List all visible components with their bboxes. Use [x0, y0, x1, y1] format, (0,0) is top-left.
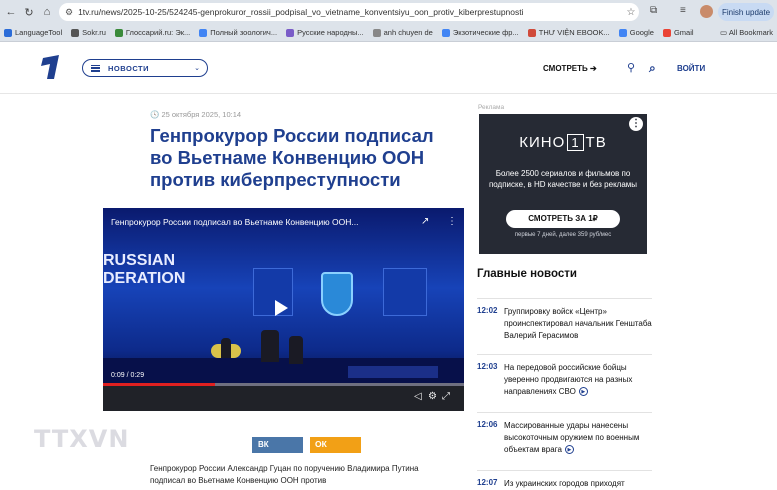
bookmark-favicon: [441, 28, 450, 37]
news-menu-button[interactable]: НОВОСТИ ⌄: [82, 59, 208, 77]
reload-icon[interactable]: ↻: [20, 6, 38, 19]
ad-label: Реклама: [478, 104, 505, 111]
location-pin-icon[interactable]: ⚲: [627, 61, 635, 74]
bookmark-favicon: [618, 28, 627, 37]
menu-icon: [91, 64, 100, 72]
bookmark-favicon: [527, 28, 536, 37]
bookmark-item[interactable]: THƯ VIỆN EBOOK...: [527, 28, 610, 37]
news-time: 12:02: [477, 306, 498, 315]
bookmark-favicon: [114, 28, 123, 37]
news-text: На передовой российские бойцы уверенно п…: [504, 363, 633, 397]
stage-backdrop-text: RUSSIAN DERATION: [103, 252, 186, 287]
bookmark-item[interactable]: Экзотические фр...: [441, 28, 519, 37]
person-figure: [261, 330, 279, 362]
bookmark-favicon: [71, 28, 80, 37]
volume-icon[interactable]: ◁: [414, 391, 422, 402]
news-menu-label: НОВОСТИ: [108, 63, 150, 73]
login-link[interactable]: ВОЙТИ: [677, 64, 705, 73]
stage-emblem: [321, 272, 353, 316]
news-time: 12:03: [477, 362, 498, 371]
address-bar[interactable]: ⚙ 1tv.ru/news/2025-10-25/524245-genproku…: [59, 3, 639, 21]
news-item[interactable]: 12:07 Из украинских городов приходят: [477, 470, 652, 490]
finish-update-button[interactable]: Finish update: [718, 3, 774, 21]
video-time: 0:09 / 0:29: [111, 372, 145, 379]
bookmark-item[interactable]: Глоссарий.ru: Эк...: [114, 28, 190, 37]
bookmark-item[interactable]: Gmail: [662, 28, 694, 37]
bookmark-item[interactable]: Полный зоологич...: [199, 28, 277, 37]
search-icon[interactable]: ⌕: [649, 61, 656, 76]
ad-fineprint: первые 7 дней, далее 359 руб/мес: [514, 232, 612, 238]
news-item[interactable]: 12:02 Группировку войск «Центр» проинспе…: [477, 298, 652, 342]
play-icon[interactable]: [275, 300, 288, 316]
ad-brand-box: 1: [567, 134, 584, 151]
article-date: 🕓 25 октября 2025, 10:14: [150, 110, 242, 119]
person-figure: [221, 338, 231, 358]
video-frame: RUSSIAN DERATION: [103, 208, 464, 386]
ad-text: Более 2500 сериалов и фильмов по подписк…: [488, 169, 638, 189]
bookmark-item[interactable]: anh chuyen de: [372, 28, 433, 37]
bookmark-favicon: [4, 28, 12, 37]
chevron-down-icon: ⌄: [194, 65, 200, 72]
bookmark-favicon: [286, 28, 295, 37]
share-ok-button[interactable]: ОК: [310, 437, 361, 453]
news-time: 12:07: [477, 478, 498, 487]
video-play-icon[interactable]: ▶: [564, 445, 574, 455]
share-icon[interactable]: ↗: [421, 216, 429, 227]
url-text: 1tv.ru/news/2025-10-25/524245-genprokuro…: [78, 7, 524, 17]
bookmark-item[interactable]: Google: [618, 28, 654, 37]
kino1tv-ad-banner[interactable]: ⋮ КИНО 1 ТВ Более 2500 сериалов и фильмов …: [479, 114, 647, 254]
site-header: НОВОСТИ ⌄ СМОТРЕТЬ ➔ ⚲ ⌕ ВОЙТИ: [0, 42, 777, 94]
ad-brand: КИНО 1 ТВ: [519, 134, 607, 151]
bookmarks-bar: LanguageTool Sokr.ru Глоссарий.ru: Эк...…: [0, 24, 777, 42]
share-vk-button[interactable]: ВК: [252, 437, 303, 453]
fullscreen-icon[interactable]: ⤢: [442, 391, 450, 402]
ttxvn-watermark: TTXVN: [34, 425, 130, 453]
more-options-icon[interactable]: ⋮: [447, 216, 457, 227]
home-icon[interactable]: ⌂: [38, 6, 56, 18]
video-controls: ◁ ⚙ ⤢: [103, 386, 464, 411]
main-news-heading: Главные новости: [477, 268, 577, 280]
article-title: Генпрокурор России подписал во Вьетнаме …: [150, 125, 434, 190]
ad-options-icon[interactable]: ⋮: [629, 117, 643, 131]
site-info-icon[interactable]: ⚙: [65, 7, 73, 18]
bookmark-favicon: [662, 28, 671, 37]
bookmark-star-icon[interactable]: ☆: [623, 7, 639, 18]
news-item[interactable]: 12:06 Массированные удары нанесены высок…: [477, 412, 652, 456]
person-figure: [289, 336, 303, 364]
extensions-icon[interactable]: ⧉: [650, 5, 657, 16]
bookmark-item[interactable]: LanguageTool: [4, 28, 62, 37]
news-time: 12:06: [477, 420, 498, 429]
video-play-icon[interactable]: ▶: [578, 387, 588, 397]
news-text: Группировку войск «Центр» проинспектиров…: [504, 307, 652, 340]
news-text: Из украинских городов приходят: [504, 479, 625, 488]
back-icon[interactable]: ←: [2, 6, 20, 18]
bookmark-favicon: [199, 28, 208, 37]
ad-watch-button[interactable]: СМОТРЕТЬ ЗА 1₽: [506, 210, 620, 228]
channel-one-logo-icon[interactable]: [38, 55, 60, 79]
media-icon[interactable]: ≡: [680, 5, 686, 16]
watch-link[interactable]: СМОТРЕТЬ ➔: [543, 64, 597, 73]
bookmark-favicon: [372, 28, 381, 37]
video-title: Генпрокурор России подписал во Вьетнаме …: [111, 217, 359, 227]
news-item[interactable]: 12:03 На передовой российские бойцы увер…: [477, 354, 652, 398]
bookmark-item[interactable]: Русские народны...: [286, 28, 364, 37]
signing-table: [348, 366, 438, 378]
video-player[interactable]: RUSSIAN DERATION Генпрокурор России подп…: [103, 208, 464, 411]
settings-gear-icon[interactable]: ⚙: [428, 391, 437, 402]
bookmark-item[interactable]: Sokr.ru: [71, 28, 106, 37]
all-bookmarks-link[interactable]: ▭ All Bookmark: [720, 28, 773, 37]
news-text: Массированные удары нанесены высокоточны…: [504, 421, 640, 455]
profile-avatar[interactable]: [700, 5, 713, 18]
stage-screen-right: [383, 268, 427, 316]
article-lead: Генпрокурор России Александр Гуцан по по…: [150, 464, 419, 485]
